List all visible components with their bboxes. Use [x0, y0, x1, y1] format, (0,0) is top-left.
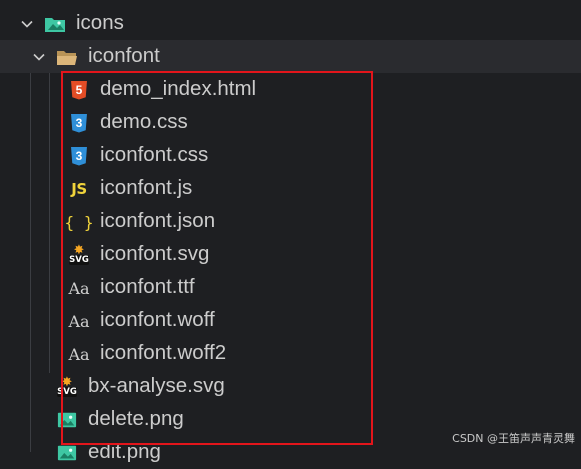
folder-label: iconfont — [88, 44, 160, 67]
file-label: iconfont.js — [100, 176, 193, 199]
file-label: edit.png — [88, 440, 161, 463]
tree-file-iconfont-svg[interactable]: ✸ SVG iconfont.svg — [0, 238, 581, 271]
chevron-down-icon[interactable] — [28, 46, 50, 68]
tree-file-bx-analyse-svg[interactable]: ✸ SVG bx-analyse.svg — [0, 370, 581, 403]
folder-open-icon — [56, 46, 78, 68]
file-label: iconfont.woff2 — [100, 341, 227, 364]
css3-icon: 3 — [68, 145, 90, 167]
tree-folder-iconfont[interactable]: iconfont — [0, 40, 581, 73]
css3-icon: 3 — [68, 112, 90, 134]
file-label: demo.css — [100, 110, 188, 133]
js-icon: JS — [71, 180, 87, 198]
file-label: iconfont.woff — [100, 308, 215, 331]
html5-icon: 5 — [68, 79, 90, 101]
image-folder-icon — [44, 13, 66, 35]
font-icon: Aa — [68, 311, 90, 331]
file-label: iconfont.svg — [100, 242, 210, 265]
font-icon: Aa — [68, 278, 90, 298]
svg-icon: ✸ SVG — [69, 242, 89, 265]
folder-label: icons — [76, 11, 124, 34]
tree-file-iconfont-woff[interactable]: Aa iconfont.woff — [0, 304, 581, 337]
tree-file-demo-index-html[interactable]: 5 demo_index.html — [0, 73, 581, 106]
tree-file-iconfont-ttf[interactable]: Aa iconfont.ttf — [0, 271, 581, 304]
file-label: iconfont.json — [100, 209, 216, 232]
file-label: delete.png — [88, 407, 184, 430]
svg-icon: ✸ SVG — [57, 374, 77, 397]
tree-file-iconfont-woff2[interactable]: Aa iconfont.woff2 — [0, 337, 581, 370]
file-label: iconfont.ttf — [100, 275, 195, 298]
file-label: demo_index.html — [100, 77, 257, 100]
file-explorer-tree: icons iconfont 5 demo_index.html 3 demo.… — [0, 0, 581, 463]
font-icon: Aa — [68, 344, 90, 364]
tree-file-demo-css[interactable]: 3 demo.css — [0, 106, 581, 139]
file-label: iconfont.css — [100, 143, 209, 166]
image-icon — [56, 442, 78, 464]
file-label: bx-analyse.svg — [88, 374, 225, 397]
chevron-down-icon[interactable] — [16, 13, 38, 35]
tree-folder-icons[interactable]: icons — [0, 7, 581, 40]
tree-file-iconfont-css[interactable]: 3 iconfont.css — [0, 139, 581, 172]
image-icon — [56, 409, 78, 431]
json-icon: { } — [64, 212, 94, 232]
tree-file-iconfont-js[interactable]: JS iconfont.js — [0, 172, 581, 205]
watermark: CSDN @王笛声声青灵舞 — [452, 432, 575, 445]
tree-file-iconfont-json[interactable]: { } iconfont.json — [0, 205, 581, 238]
